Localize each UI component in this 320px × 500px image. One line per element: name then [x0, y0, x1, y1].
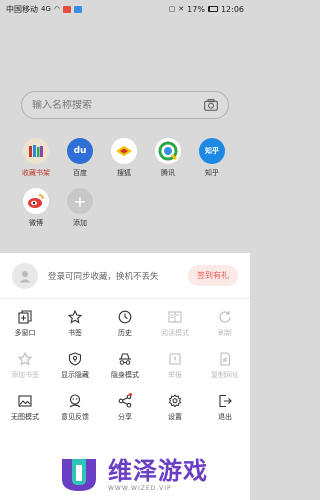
menu-label: 多窗口 [14, 329, 36, 337]
reading-mode-icon [168, 311, 182, 323]
no-image-icon [18, 395, 32, 407]
menu-label: 复制网址 [211, 371, 239, 379]
camera-icon[interactable] [204, 99, 218, 111]
zhihu-icon: 知乎 [199, 138, 225, 164]
watermark-banner: 维泽游戏 WWW.WIZED.VIP [0, 450, 250, 500]
shortcut-label: 搜狐 [117, 169, 131, 177]
clock-icon [118, 310, 132, 324]
menu-report[interactable]: 举报 [150, 352, 200, 382]
multi-window-icon [18, 310, 32, 324]
menu-label: 隐身模式 [111, 371, 139, 379]
shortcut-label: 收藏书架 [22, 169, 50, 177]
menu-multi-window[interactable]: 多窗口 [0, 310, 50, 340]
notification-icon [63, 5, 71, 13]
carrier-label: 中国移动 [6, 4, 38, 14]
menu-label: 添加书签 [11, 371, 39, 379]
weibo-icon [23, 188, 49, 214]
shortcut-weibo[interactable]: 微博 [14, 188, 58, 228]
menu-reading-mode[interactable]: 阅读模式 [150, 310, 200, 340]
baidu-icon: du [67, 138, 93, 164]
menu-label: 分享 [118, 413, 132, 421]
menu-label: 意见反馈 [61, 413, 89, 421]
add-icon: + [67, 188, 93, 214]
menu-share[interactable]: 分享 [100, 393, 150, 424]
app-notification-icon [74, 5, 82, 13]
checkin-button[interactable]: 签到有礼 [188, 265, 238, 286]
menu-refresh[interactable]: 刷新 [200, 310, 250, 340]
shield-icon [68, 352, 82, 366]
shortcut-label: 微博 [29, 219, 43, 227]
menu-bookmarks[interactable]: 书签 [50, 310, 100, 340]
menu-show-hidden[interactable]: 显示隐藏 [50, 352, 100, 382]
menu-exit[interactable]: 退出 [200, 394, 250, 424]
menu-label: 书签 [68, 329, 82, 337]
copy-link-icon [220, 352, 231, 366]
tencent-icon [155, 138, 181, 164]
menu-feedback[interactable]: 意见反馈 [50, 394, 100, 424]
signal-label: 4G [41, 4, 51, 13]
shortcut-label: 百度 [73, 169, 87, 177]
shortcut-sohu[interactable]: 搜狐 [102, 138, 146, 178]
account-row[interactable]: 登录可同步收藏，换机不丢失 签到有礼 [0, 253, 250, 299]
status-right: ▢ ✕ 17% 12:06 [169, 5, 244, 14]
menu-copy-link[interactable]: 复制网址 [200, 352, 250, 382]
bookshelf-icon [23, 138, 49, 164]
clock-time: 12:06 [220, 4, 244, 14]
search-input[interactable] [32, 99, 204, 111]
search-bar[interactable] [21, 91, 229, 119]
star-icon [68, 310, 82, 324]
add-bookmark-icon [18, 352, 32, 366]
menu-incognito[interactable]: 隐身模式 [100, 352, 150, 382]
menu-no-image[interactable]: 无图模式 [0, 394, 50, 424]
battery-icon [207, 6, 218, 12]
shortcut-bookshelf[interactable]: 收藏书架 [14, 138, 58, 178]
shortcut-label: 知乎 [205, 169, 219, 177]
menu-label: 退出 [218, 413, 232, 421]
exit-icon [219, 394, 232, 408]
share-icon [118, 394, 132, 408]
mute-icon: ✕ [178, 4, 185, 13]
menu-label: 阅读模式 [161, 329, 189, 337]
shortcut-tencent[interactable]: 腾讯 [146, 138, 190, 178]
menu-label: 显示隐藏 [61, 371, 89, 379]
incognito-icon [119, 353, 131, 365]
shortcut-grid: 收藏书架 du 百度 搜狐 腾讯 知乎 知乎 微博 + 添加 [14, 138, 236, 228]
refresh-icon [219, 311, 231, 323]
avatar[interactable] [12, 262, 38, 289]
feedback-icon [69, 394, 81, 408]
menu-add-bookmark[interactable]: 添加书签 [0, 352, 50, 382]
wifi-icon: ◠ [53, 4, 60, 13]
shortcut-add[interactable]: + 添加 [58, 188, 102, 228]
menu-history[interactable]: 历史 [100, 310, 150, 340]
shortcut-baidu[interactable]: du 百度 [58, 138, 102, 178]
menu-settings[interactable]: 设置 [150, 394, 200, 424]
menu-label: 刷新 [218, 329, 232, 337]
watermark-text: 维泽游戏 WWW.WIZED.VIP [108, 459, 208, 492]
nfc-icon: ▢ [168, 4, 176, 13]
new-badge-dot [129, 393, 132, 396]
menu-label: 历史 [118, 329, 132, 337]
watermark-logo [62, 459, 96, 491]
watermark-subtitle: WWW.WIZED.VIP [108, 484, 172, 492]
menu-label: 举报 [168, 371, 182, 379]
login-tip[interactable]: 登录可同步收藏，换机不丢失 [48, 270, 188, 282]
menu-grid: 多窗口 书签 历史 阅读模式 刷新 添加书签 显示隐藏 隐身模式 举报 复制网址… [0, 310, 250, 424]
sohu-icon [111, 138, 137, 164]
menu-label: 无图模式 [11, 413, 39, 421]
shortcut-label: 腾讯 [161, 169, 175, 177]
status-left: 中国移动 4G ◠ [6, 4, 82, 15]
battery-percent: 17% [187, 4, 205, 14]
gear-icon [168, 394, 182, 408]
report-icon [169, 353, 181, 365]
status-bar: 中国移动 4G ◠ ▢ ✕ 17% 12:06 [0, 0, 250, 18]
shortcut-zhihu[interactable]: 知乎 知乎 [190, 138, 234, 178]
shortcut-label: 添加 [73, 219, 87, 227]
menu-label: 设置 [168, 413, 182, 421]
watermark-title: 维泽游戏 [108, 456, 208, 485]
